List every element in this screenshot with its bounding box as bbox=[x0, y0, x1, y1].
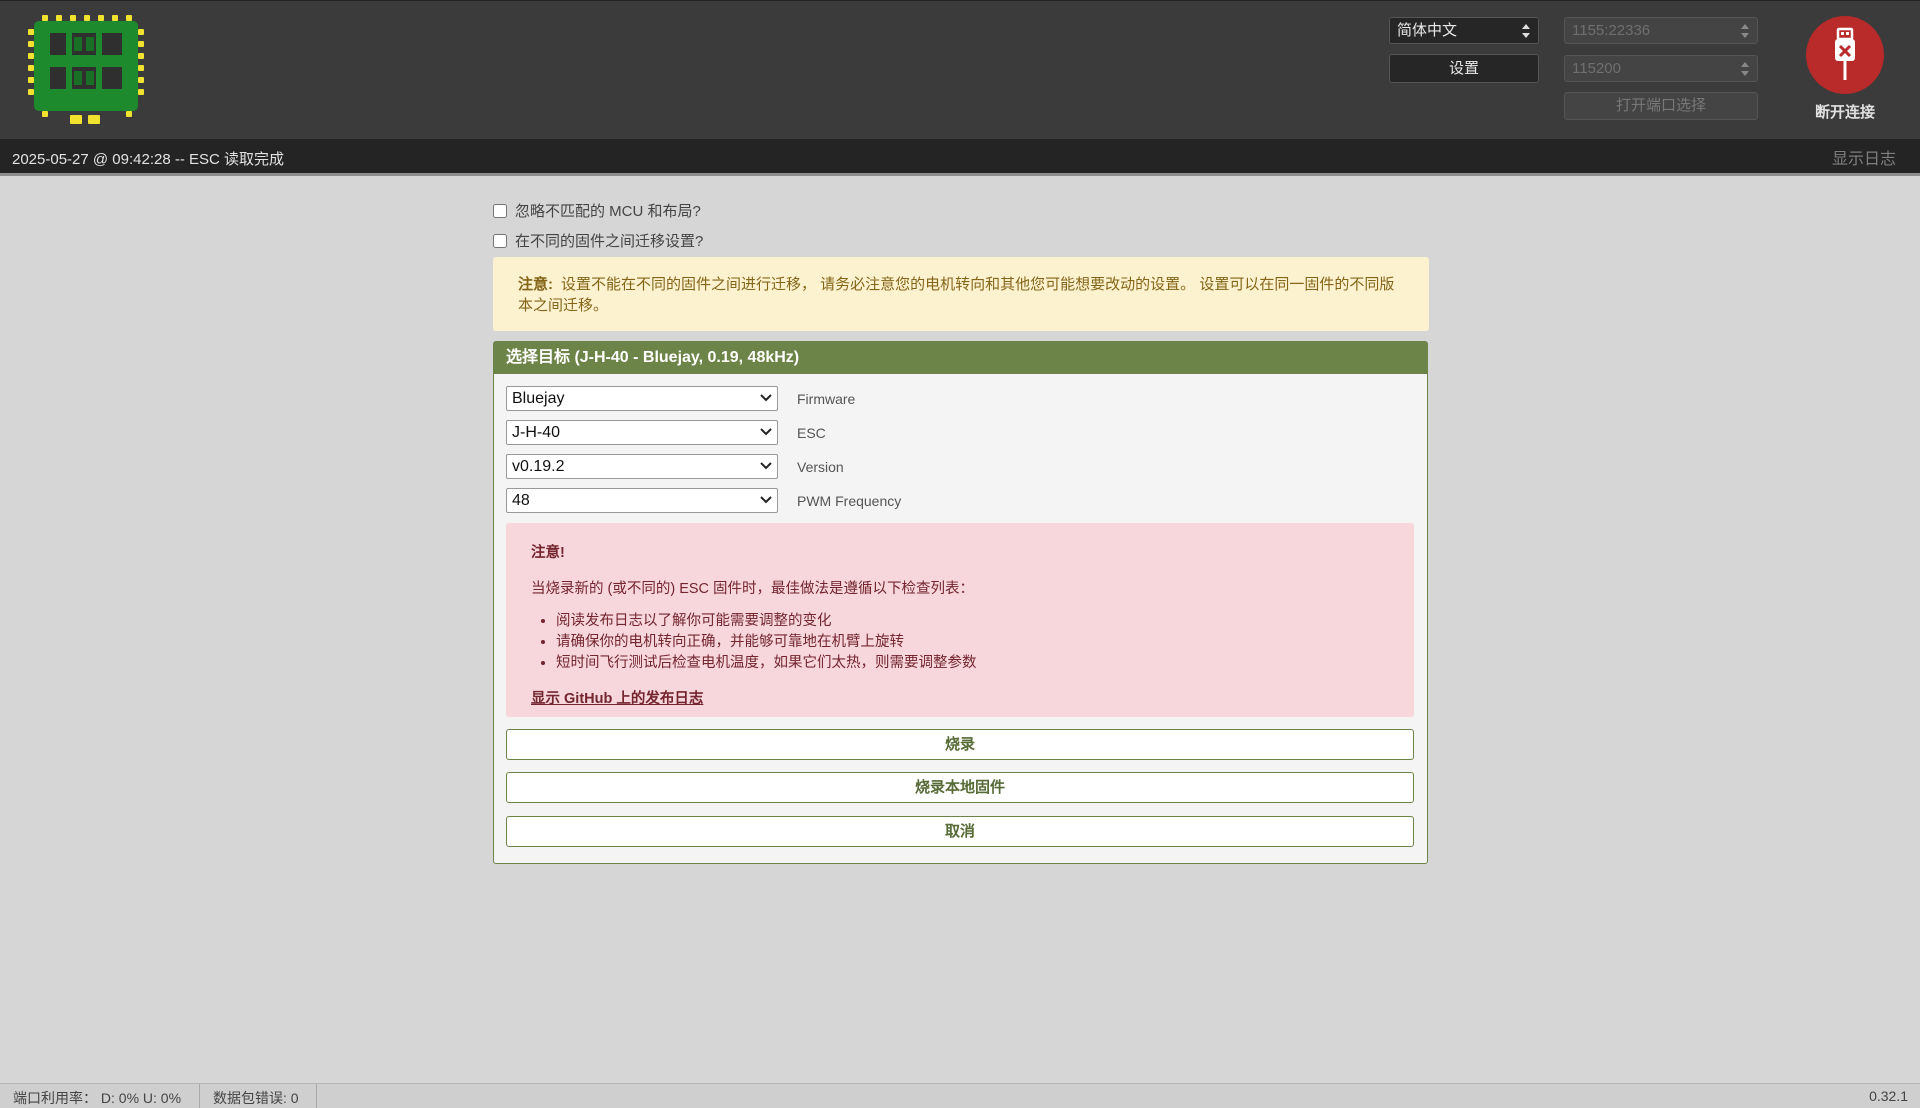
flash-local-firmware-button[interactable]: 烧录本地固件 bbox=[506, 772, 1414, 803]
chevron-down-icon bbox=[760, 394, 772, 402]
migration-notice: 注意: 设置不能在不同的固件之间进行迁移， 请务必注意您的电机转向和其他您可能想要… bbox=[493, 257, 1429, 331]
version-select[interactable]: v0.19.2 bbox=[506, 454, 778, 479]
notice-label: 注意: bbox=[518, 276, 553, 293]
status-bar: 2025-05-27 @ 09:42:28 -- ESC 读取完成 显示日志 bbox=[0, 139, 1920, 176]
warning-body: 当烧录新的 (或不同的) ESC 固件时，最佳做法是遵循以下检查列表： bbox=[531, 581, 975, 597]
port-select-value: 1155:22336 bbox=[1572, 22, 1651, 39]
version-label: Version bbox=[797, 458, 844, 475]
pwm-frequency-select-value: 48 bbox=[512, 492, 530, 509]
checklist-item: 阅读发布日志以了解你可能需要调整的变化 bbox=[556, 611, 1389, 632]
chevron-down-icon bbox=[760, 462, 772, 470]
open-port-selection-button[interactable]: 打开端口选择 bbox=[1564, 92, 1758, 120]
migrate-settings-checkbox[interactable] bbox=[493, 233, 507, 248]
usb-disconnect-icon bbox=[1835, 27, 1855, 80]
esc-select-value: J-H-40 bbox=[512, 424, 561, 441]
port-usage: 端口利用率： D: 0% U: 0% bbox=[13, 1090, 182, 1106]
firmware-label: Firmware bbox=[797, 390, 856, 407]
warning-title: 注意! bbox=[531, 545, 565, 561]
version-field: v0.19.2 Version bbox=[506, 454, 844, 479]
ignore-mcu-checkbox[interactable] bbox=[493, 203, 507, 218]
pwm-frequency-field: 48 PWM Frequency bbox=[506, 488, 901, 513]
checklist: 阅读发布日志以了解你可能需要调整的变化 请确保你的电机转向正确，并能够可靠地在机… bbox=[556, 611, 1389, 674]
footer-divider bbox=[199, 1084, 200, 1108]
notice-text: 设置不能在不同的固件之间进行迁移， 请务必注意您的电机转向和其他您可能想要改动的… bbox=[518, 276, 1395, 314]
packet-errors: 数据包错误: 0 bbox=[213, 1090, 299, 1106]
pwm-frequency-label: PWM Frequency bbox=[797, 492, 902, 509]
settings-button[interactable]: 设置 bbox=[1389, 54, 1539, 83]
checklist-item: 短时间飞行测试后检查电机温度，如果它们太热，则需要调整参数 bbox=[556, 653, 1389, 674]
panel-title: 选择目标 (J-H-40 - Bluejay, 0.19, 48kHz) bbox=[494, 342, 1427, 374]
chevron-down-icon bbox=[760, 496, 772, 504]
pwm-frequency-select[interactable]: 48 bbox=[506, 488, 778, 513]
migrate-settings-label: 在不同的固件之间迁移设置? bbox=[515, 233, 704, 250]
header: 简体中文 设置 1155:22336 115200 打开端口选择 断开连接 bbox=[0, 0, 1920, 139]
select-target-panel: 选择目标 (J-H-40 - Bluejay, 0.19, 48kHz) Blu… bbox=[493, 341, 1428, 864]
select-arrows-icon bbox=[1741, 62, 1749, 76]
esc-label: ESC bbox=[797, 424, 826, 441]
select-arrows-icon bbox=[1741, 24, 1749, 38]
flash-button[interactable]: 烧录 bbox=[506, 729, 1414, 760]
cancel-button[interactable]: 取消 bbox=[506, 816, 1414, 847]
app-version: 0.32.1 bbox=[1869, 1088, 1908, 1104]
baud-select[interactable]: 115200 bbox=[1564, 55, 1758, 82]
esc-field: J-H-40 ESC bbox=[506, 420, 826, 445]
disconnect-label: 断开连接 bbox=[1814, 104, 1875, 121]
version-select-value: v0.19.2 bbox=[512, 458, 565, 475]
firmware-field: Bluejay Firmware bbox=[506, 386, 855, 411]
language-select-value: 简体中文 bbox=[1397, 22, 1458, 39]
checklist-item: 请确保你的电机转向正确，并能够可靠地在机臂上旋转 bbox=[556, 632, 1389, 653]
esc-select[interactable]: J-H-40 bbox=[506, 420, 778, 445]
footer: 端口利用率： D: 0% U: 0% 数据包错误: 0 0.32.1 bbox=[0, 1083, 1920, 1108]
port-select[interactable]: 1155:22336 bbox=[1564, 17, 1758, 44]
ignore-mcu-label: 忽略不匹配的 MCU 和布局? bbox=[515, 203, 701, 220]
chevron-down-icon bbox=[760, 428, 772, 436]
disconnect-button[interactable] bbox=[1806, 16, 1884, 94]
flash-warning: 注意! 当烧录新的 (或不同的) ESC 固件时，最佳做法是遵循以下检查列表： … bbox=[506, 523, 1414, 717]
firmware-select-value: Bluejay bbox=[512, 390, 565, 407]
ignore-mcu-option[interactable]: 忽略不匹配的 MCU 和布局? bbox=[493, 200, 701, 221]
release-notes-link[interactable]: 显示 GitHub 上的发布日志 bbox=[531, 687, 1389, 708]
esc-board-logo bbox=[28, 15, 144, 124]
footer-divider bbox=[316, 1084, 317, 1108]
language-select[interactable]: 简体中文 bbox=[1389, 17, 1539, 44]
baud-select-value: 115200 bbox=[1572, 60, 1621, 77]
show-log-link[interactable]: 显示日志 bbox=[1832, 145, 1896, 169]
firmware-select[interactable]: Bluejay bbox=[506, 386, 778, 411]
select-arrows-icon bbox=[1522, 24, 1530, 38]
migrate-settings-option[interactable]: 在不同的固件之间迁移设置? bbox=[493, 230, 703, 251]
status-message: 2025-05-27 @ 09:42:28 -- ESC 读取完成 bbox=[12, 151, 285, 168]
